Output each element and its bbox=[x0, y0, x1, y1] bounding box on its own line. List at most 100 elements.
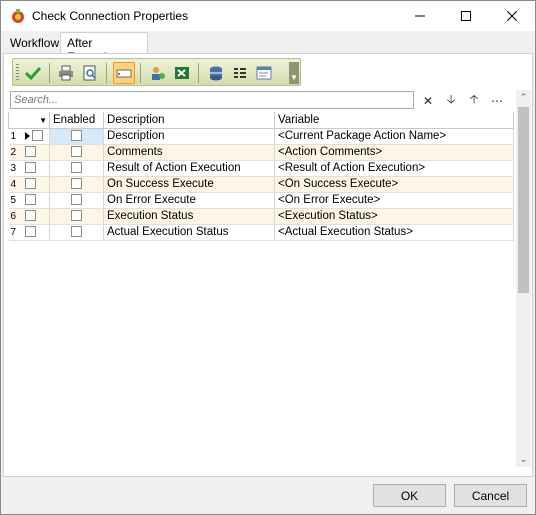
variable-cell[interactable]: <Execution Status> bbox=[274, 208, 515, 225]
row-select-cell[interactable] bbox=[22, 176, 51, 193]
row-select-cell[interactable] bbox=[22, 208, 51, 225]
title-bar[interactable]: Check Connection Properties bbox=[1, 1, 535, 31]
enabled-cell[interactable] bbox=[49, 192, 105, 209]
variable-cell[interactable]: <Result of Action Execution> bbox=[274, 160, 515, 177]
description-cell[interactable]: Comments bbox=[103, 144, 276, 161]
more-icon: ⋯ bbox=[491, 93, 503, 108]
enabled-checkbox[interactable] bbox=[71, 194, 83, 206]
table-row[interactable]: 4 On Success Execute <On Success Execute> bbox=[8, 176, 515, 193]
enabled-checkbox[interactable] bbox=[71, 130, 83, 142]
description-cell[interactable]: Execution Status bbox=[103, 208, 276, 225]
row-select-checkbox[interactable] bbox=[31, 130, 43, 142]
table-row[interactable]: 3 Result of Action Execution <Result of Ac… bbox=[8, 160, 515, 177]
toolbar-grip[interactable] bbox=[16, 64, 19, 82]
arrow-up-icon: 🡡 bbox=[469, 92, 479, 106]
enabled-cell[interactable] bbox=[49, 176, 105, 193]
ok-button[interactable]: OK bbox=[373, 484, 446, 507]
column-header-variable[interactable]: Variable bbox=[274, 112, 515, 129]
scrollbar-thumb[interactable] bbox=[518, 107, 529, 293]
close-button[interactable] bbox=[489, 1, 535, 31]
description-cell[interactable]: Description bbox=[103, 128, 276, 145]
scroll-up-button[interactable]: ⌃ bbox=[516, 90, 531, 105]
enabled-cell[interactable] bbox=[49, 128, 105, 145]
description-cell[interactable]: Actual Execution Status bbox=[103, 224, 276, 241]
tab-content: ▼ ✕ 🡣 🡡 ⋯ ▼ Enabled Description Variable bbox=[3, 53, 533, 477]
find-previous-button[interactable]: 🡡 bbox=[465, 92, 483, 109]
enabled-cell[interactable] bbox=[49, 224, 105, 241]
row-number: 3 bbox=[8, 160, 23, 177]
enabled-cell[interactable] bbox=[49, 208, 105, 225]
description-cell[interactable]: On Error Execute bbox=[103, 192, 276, 209]
chevron-down-icon: ▼ bbox=[290, 73, 298, 82]
toolbar-separator bbox=[49, 63, 50, 83]
database-button[interactable] bbox=[205, 62, 227, 84]
maximize-button[interactable] bbox=[443, 1, 489, 31]
form-icon bbox=[256, 66, 272, 80]
print-preview-button[interactable] bbox=[79, 62, 101, 84]
description-cell[interactable]: On Success Execute bbox=[103, 176, 276, 193]
toolbar: ▼ bbox=[12, 58, 301, 86]
minimize-button[interactable] bbox=[397, 1, 443, 31]
tab-workflow[interactable]: Workflow bbox=[5, 34, 60, 53]
column-header-description[interactable]: Description bbox=[103, 112, 276, 129]
description-cell[interactable]: Result of Action Execution bbox=[103, 160, 276, 177]
table-row[interactable]: 6 Execution Status <Execution Status> bbox=[8, 208, 515, 225]
close-icon: ✕ bbox=[422, 93, 434, 108]
variable-cell[interactable]: <Action Comments> bbox=[274, 144, 515, 161]
row-select-cell[interactable] bbox=[22, 224, 51, 241]
toolbar-separator bbox=[140, 63, 141, 83]
row-header-column[interactable]: ▼ bbox=[7, 112, 51, 129]
toolbar-overflow-button[interactable]: ▼ bbox=[289, 62, 299, 84]
toolbar-separator bbox=[106, 63, 107, 83]
clear-search-button[interactable]: ✕ bbox=[419, 92, 437, 109]
check-icon bbox=[24, 66, 42, 81]
variable-cell[interactable]: <On Success Execute> bbox=[274, 176, 515, 193]
row-select-checkbox[interactable] bbox=[24, 162, 36, 174]
row-select-checkbox[interactable] bbox=[24, 178, 36, 190]
excel-button[interactable] bbox=[171, 62, 193, 84]
enabled-checkbox[interactable] bbox=[71, 210, 83, 222]
user-connection-button[interactable] bbox=[147, 62, 169, 84]
find-next-button[interactable]: 🡣 bbox=[442, 92, 460, 109]
row-select-cell[interactable] bbox=[22, 128, 51, 145]
column-header-enabled[interactable]: Enabled bbox=[49, 112, 105, 129]
search-options-button[interactable]: ⋯ bbox=[488, 92, 506, 109]
columns-button[interactable] bbox=[229, 62, 251, 84]
cancel-button[interactable]: Cancel bbox=[454, 484, 527, 507]
row-select-checkbox[interactable] bbox=[24, 210, 36, 222]
enabled-checkbox[interactable] bbox=[71, 146, 83, 158]
table-row[interactable]: 2 Comments <Action Comments> bbox=[8, 144, 515, 161]
table-row[interactable]: 7 Actual Execution Status <Actual Executio… bbox=[8, 224, 515, 241]
check-button[interactable] bbox=[22, 62, 44, 84]
enabled-cell[interactable] bbox=[49, 160, 105, 177]
form-button[interactable] bbox=[253, 62, 275, 84]
arrow-down-icon: 🡣 bbox=[446, 92, 456, 106]
enabled-checkbox[interactable] bbox=[71, 162, 83, 174]
table-row[interactable]: 5 On Error Execute <On Error Execute> bbox=[8, 192, 515, 209]
variable-cell[interactable]: <Current Package Action Name> bbox=[274, 128, 515, 145]
row-select-checkbox[interactable] bbox=[24, 226, 36, 238]
textbox-button[interactable] bbox=[113, 62, 135, 84]
row-select-cell[interactable] bbox=[22, 144, 51, 161]
row-number: 6 bbox=[8, 208, 23, 225]
columns-icon bbox=[234, 68, 246, 78]
row-select-cell[interactable] bbox=[22, 160, 51, 177]
vertical-scrollbar[interactable]: ⌃ ⌄ bbox=[516, 90, 531, 467]
search-input[interactable] bbox=[10, 91, 414, 109]
enabled-checkbox[interactable] bbox=[71, 178, 83, 190]
row-select-checkbox[interactable] bbox=[24, 194, 36, 206]
scroll-down-button[interactable]: ⌄ bbox=[516, 452, 531, 467]
variable-cell[interactable]: <On Error Execute> bbox=[274, 192, 515, 209]
variable-cell[interactable]: <Actual Execution Status> bbox=[274, 224, 515, 241]
enabled-checkbox[interactable] bbox=[71, 226, 83, 238]
dialog-footer: OK Cancel bbox=[1, 477, 535, 514]
enabled-cell[interactable] bbox=[49, 144, 105, 161]
row-select-cell[interactable] bbox=[22, 192, 51, 209]
tab-after-execution[interactable]: After Execution bbox=[60, 32, 148, 64]
print-button[interactable] bbox=[55, 62, 77, 84]
row-number: 2 bbox=[8, 144, 23, 161]
table-row[interactable]: 1 Description <Current Package Action Name… bbox=[8, 128, 515, 145]
window-title: Check Connection Properties bbox=[32, 9, 189, 23]
tab-strip: Workflow After Execution bbox=[1, 31, 535, 64]
row-select-checkbox[interactable] bbox=[24, 146, 36, 158]
